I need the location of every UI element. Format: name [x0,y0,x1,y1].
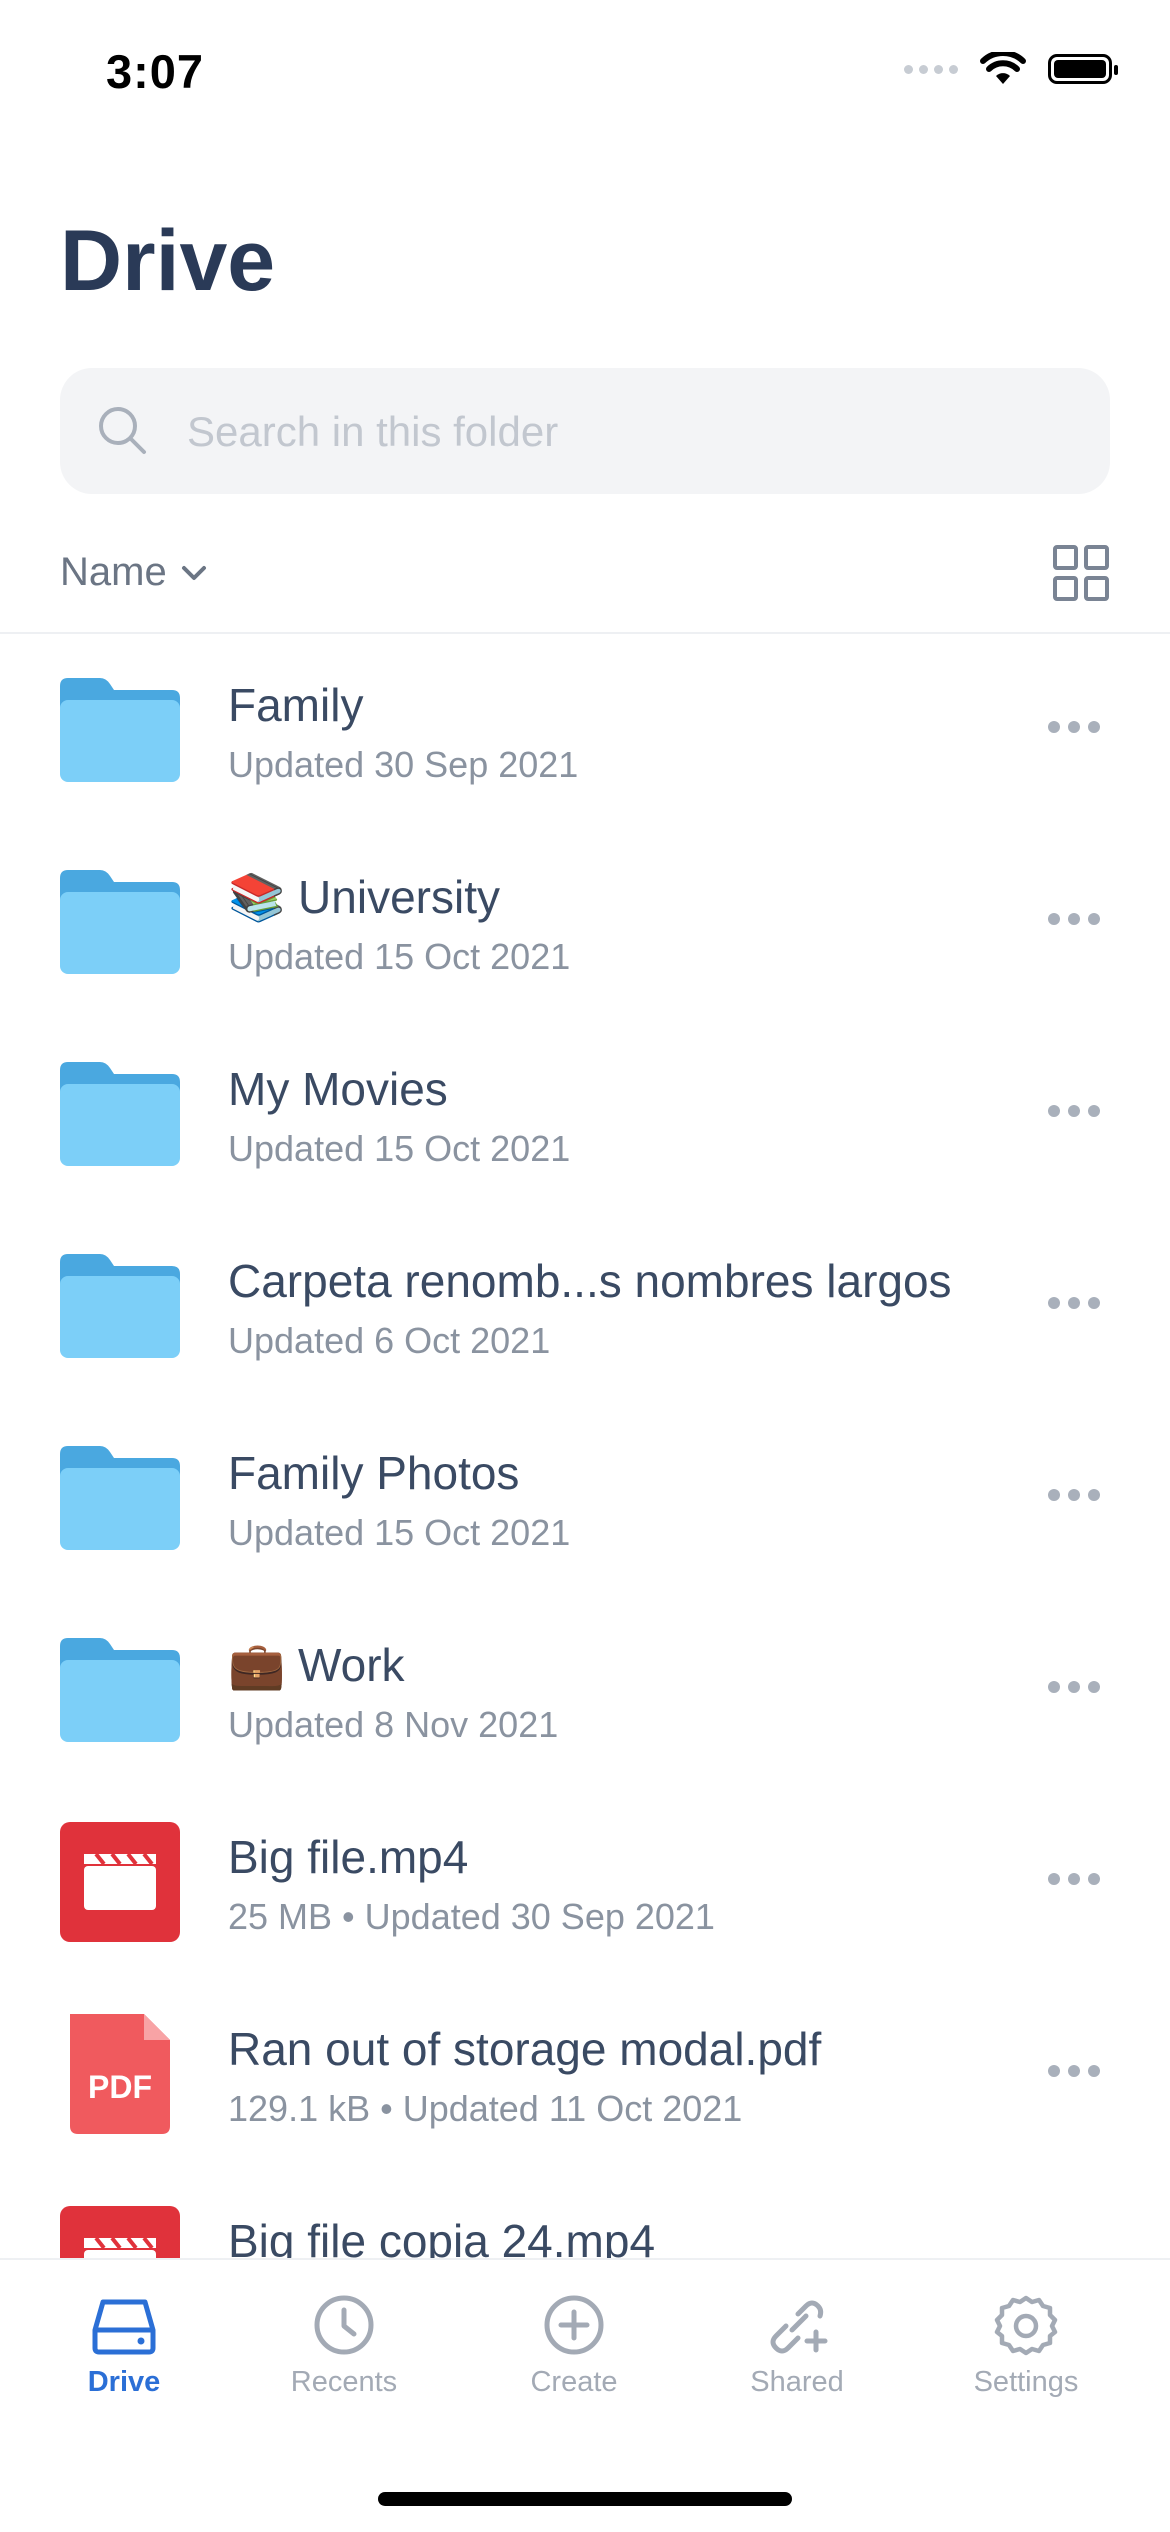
more-options-icon[interactable] [1044,712,1104,742]
list-item[interactable]: PDF Ran out of storage modal.pdf 129.1 k… [0,1978,1170,2170]
status-bar: 3:07 [0,0,1170,150]
list-item[interactable]: My Movies Updated 15 Oct 2021 [0,1018,1170,1210]
item-meta: Updated 8 Nov 2021 [228,1704,559,1745]
battery-icon [1048,54,1118,84]
item-meta: Updated 30 Sep 2021 [228,744,579,785]
item-name: My Movies [228,1063,448,1115]
item-name: Big file.mp4 [228,1831,469,1883]
page-title: Drive [60,213,276,309]
status-time: 3:07 [106,45,205,98]
tab-label: Drive [87,2366,161,2398]
item-name: 📚 University [228,871,500,923]
more-options-icon[interactable] [1044,2056,1104,2086]
plus-circle-icon [544,2295,604,2355]
item-name: Ran out of storage modal.pdf [228,2023,822,2075]
item-name: Family [228,679,364,731]
video-file-icon [60,1822,180,1942]
item-meta: Updated 15 Oct 2021 [228,1128,571,1169]
tab-label: Create [530,2366,618,2398]
grid-view-icon[interactable] [1052,544,1110,602]
video-file-icon [60,2206,180,2258]
tab-bar: Drive Recents Create Shared Settings [0,2258,1170,2532]
more-options-icon[interactable] [1044,904,1104,934]
folder-icon [60,678,180,782]
item-name: Carpeta renomb...s nombres largos [228,1255,952,1307]
list-item[interactable]: Big file.mp4 25 MB • Updated 30 Sep 2021 [0,1786,1170,1978]
more-options-icon[interactable] [1044,1288,1104,1318]
file-list: Family Updated 30 Sep 2021 📚 University … [0,634,1170,2258]
signal-icon [904,64,958,74]
tab-shared[interactable]: Shared [707,2290,887,2399]
item-meta: 129.1 kB • Updated 11 Oct 2021 [228,2088,743,2129]
more-options-icon[interactable] [1044,1864,1104,1894]
more-options-icon[interactable] [1044,1096,1104,1126]
list-item[interactable]: 💼 Work Updated 8 Nov 2021 [0,1594,1170,1786]
tab-label: Shared [750,2366,844,2398]
item-name: Big file copia 24.mp4 [228,2215,656,2258]
item-meta: Updated 6 Oct 2021 [228,1320,551,1361]
tab-drive[interactable]: Drive [34,2290,214,2399]
folder-icon [60,870,180,974]
list-item[interactable]: Family Updated 30 Sep 2021 [0,634,1170,826]
gear-icon [994,2295,1058,2356]
chevron-down-icon [181,565,206,580]
tab-label: Recents [290,2366,398,2398]
search-bar[interactable] [60,368,1110,496]
sort-button[interactable]: Name [60,550,209,595]
more-options-icon[interactable] [1044,1672,1104,1702]
folder-icon [60,1254,180,1358]
status-icons [904,52,1118,86]
item-name: 💼 Work [228,1639,405,1691]
tab-settings[interactable]: Settings [936,2290,1116,2399]
list-item[interactable]: 📚 University Updated 15 Oct 2021 [0,826,1170,1018]
sort-row: Name [0,540,1170,634]
sort-label: Name [60,550,167,594]
folder-icon [60,1446,180,1550]
home-indicator[interactable] [378,2492,792,2506]
drive-icon [92,2299,156,2355]
link-icon [770,2300,828,2354]
item-name: Family Photos [228,1447,520,1499]
list-item[interactable]: Big file copia 24.mp4 [0,2170,1170,2258]
folder-icon [60,1638,180,1742]
clock-icon [314,2295,374,2355]
item-meta: Updated 15 Oct 2021 [228,936,571,977]
search-input[interactable] [185,368,1069,496]
wifi-icon [980,52,1026,84]
search-icon [99,407,146,454]
more-options-icon[interactable] [1044,1480,1104,1510]
list-item[interactable]: Carpeta renomb...s nombres largos Update… [0,1210,1170,1402]
tab-recents[interactable]: Recents [254,2290,434,2399]
item-meta: Updated 15 Oct 2021 [228,1512,571,1553]
pdf-file-icon: PDF [70,2014,170,2134]
item-meta: 25 MB • Updated 30 Sep 2021 [228,1896,715,1937]
folder-icon [60,1062,180,1166]
tab-create[interactable]: Create [484,2290,664,2399]
list-item[interactable]: Family Photos Updated 15 Oct 2021 [0,1402,1170,1594]
pdf-badge: PDF [88,2069,152,2105]
tab-label: Settings [973,2366,1079,2398]
